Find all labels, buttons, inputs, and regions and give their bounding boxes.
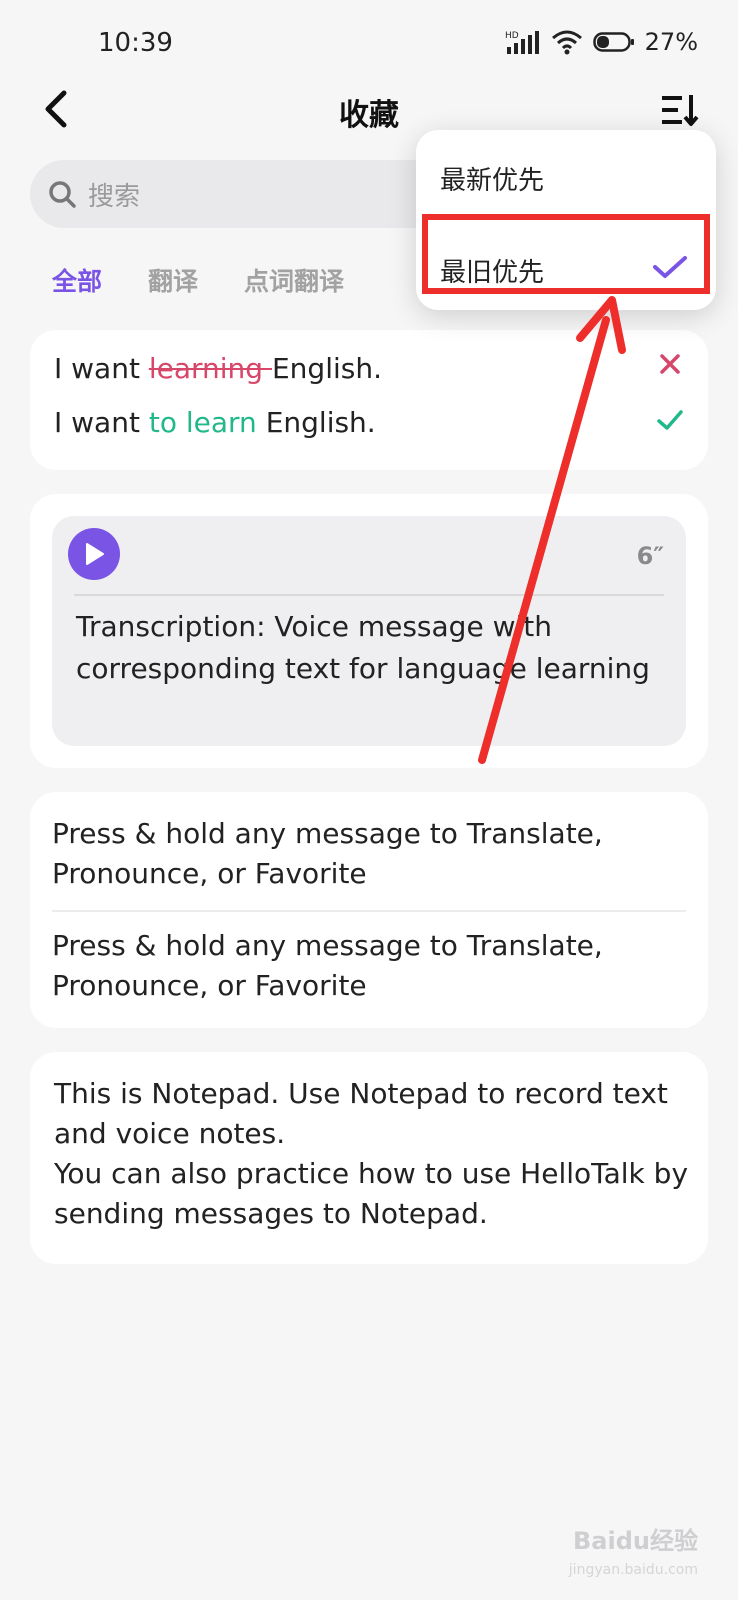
corrected-sentence: I want to learn English. [54,406,376,439]
status-icons: HD 27% [505,28,698,56]
status-time: 10:39 [98,28,173,58]
notepad-line: This is Notepad. Use Notepad to record t… [54,1077,668,1150]
struck-word: learning [148,352,272,385]
divider [52,910,686,912]
search-icon [49,181,76,208]
annotation-highlight-box [422,214,710,294]
correction-card[interactable]: I want learning English. I want to learn… [30,330,708,470]
wrong-mark-icon [660,354,680,374]
battery-percent: 27% [644,28,698,56]
search-placeholder: 搜索 [88,181,141,212]
voice-duration: 6″ [636,542,664,570]
notepad-text: This is Notepad. Use Notepad to record t… [54,1074,694,1234]
correct-mark-icon [657,410,683,430]
transcription-text: Transcription: Voice message with corres… [76,610,650,685]
tab-word-translation[interactable]: 点词翻译 [244,262,344,298]
voice-message: 6″ Transcription: Voice message with cor… [52,516,686,746]
sort-icon [662,95,699,126]
original-prefix: I want [54,352,149,385]
hd-label: HD [505,31,519,41]
notepad-line: You can also practice how to use HelloTa… [54,1157,689,1230]
watermark-url: jingyan.baidu.com [568,1562,698,1578]
notepad-card[interactable]: This is Notepad. Use Notepad to record t… [30,1052,708,1264]
corrected-words: to learn [148,406,257,439]
corrected-suffix: English. [256,406,376,439]
tips-card[interactable]: Press & hold any message to Translate, P… [30,792,708,1028]
tab-all[interactable]: 全部 [52,262,102,298]
voice-card[interactable]: 6″ Transcription: Voice message with cor… [30,494,708,768]
category-tabs: 全部 翻译 点词翻译 [52,262,344,298]
play-button[interactable] [68,528,120,580]
battery-icon [592,32,634,52]
sort-button[interactable] [658,88,702,132]
watermark-logo: Baidu经验 [573,1527,698,1555]
tip-message: Press & hold any message to Translate, P… [52,817,603,890]
wifi-icon [551,30,582,55]
original-suffix: English. [271,352,382,385]
divider [74,594,664,596]
sort-option-newest[interactable]: 最新优先 [440,160,544,197]
status-bar: 10:39 HD 27% [0,0,738,88]
page-title: 收藏 [339,98,399,133]
original-sentence: I want learning English. [54,352,382,385]
play-icon [86,543,104,565]
tab-translation[interactable]: 翻译 [148,262,198,298]
tip-message: Press & hold any message to Translate, P… [52,929,603,1002]
corrected-prefix: I want [54,406,149,439]
signal-icon: HD [505,31,539,54]
